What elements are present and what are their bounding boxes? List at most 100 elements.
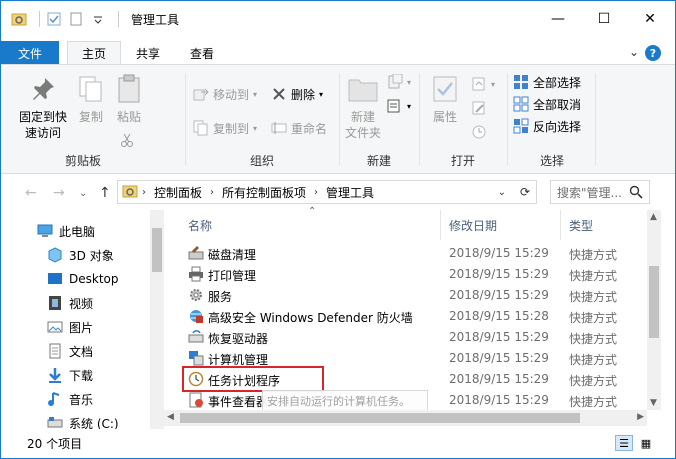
search-input[interactable]: 搜索"管理... <box>550 180 650 204</box>
delete-button[interactable]: 删除 ▾ <box>271 83 323 105</box>
select-all-button[interactable]: 全部选择 <box>513 71 581 93</box>
nav-scrollbar-thumb[interactable] <box>152 228 162 272</box>
nav-label: 音乐 <box>69 392 94 407</box>
breadcrumb-all-items[interactable]: 所有控制面板项 <box>222 184 306 201</box>
open-button[interactable]: ▾ <box>471 73 495 95</box>
tab-file[interactable]: 文件 <box>1 41 59 65</box>
back-arrow-icon[interactable]: ← <box>25 185 37 201</box>
new-item-dropdown-icon: ▾ <box>407 77 412 87</box>
details-view-icon[interactable]: ☰ <box>615 435 633 451</box>
close-button[interactable]: ✕ <box>627 1 673 37</box>
nav-item-downloads[interactable]: 下载 <box>47 364 93 386</box>
nav-item-documents[interactable]: 文档 <box>47 340 93 362</box>
task-scheduler-highlight-box <box>182 366 324 392</box>
file-date: 2018/9/15 15:29 <box>449 351 549 365</box>
file-row-services[interactable]: 服务 2018/9/15 15:29 快捷方式 <box>184 285 654 306</box>
copy-to-button[interactable]: 复制到 ▾ <box>193 117 257 139</box>
maximize-button[interactable]: ☐ <box>581 1 627 37</box>
help-button[interactable]: ? <box>645 45 661 61</box>
file-list-scrollbar-thumb[interactable] <box>649 266 659 338</box>
column-header-type[interactable]: 类型 <box>569 210 649 240</box>
nav-item-videos[interactable]: 视频 <box>47 292 93 314</box>
recent-locations-chevron-icon[interactable]: ⌄ <box>79 188 87 199</box>
address-field[interactable]: › 控制面板 › 所有控制面板项 › 管理工具 ⌄ ⟳ <box>117 180 537 204</box>
properties-quick-icon[interactable] <box>46 11 62 27</box>
open-group-label: 打开 <box>450 154 475 168</box>
file-row-firewall[interactable]: 高级安全 Windows Defender 防火墙 2018/9/15 15:2… <box>184 306 654 327</box>
file-row-recovery-drive[interactable]: 恢复驱动器 2018/9/15 15:29 快捷方式 <box>184 327 654 348</box>
horizontal-scrollbar[interactable]: ◀ ▶ <box>164 410 647 426</box>
refresh-icon[interactable]: ⟳ <box>520 185 530 199</box>
select-all-label: 全部选择 <box>533 75 582 90</box>
title-separator-2 <box>118 11 119 27</box>
file-list-scrollbar[interactable]: ▲ ▼ <box>647 210 661 410</box>
ribbon-home: 固定到快 速访问 复制 粘贴 剪贴板 移动到 ▾ 复制到 ▾ 删除 ▾ 重命名 … <box>1 64 675 174</box>
copy-button[interactable]: 复制 <box>73 73 109 125</box>
copy-to-dropdown-icon: ▾ <box>253 123 258 133</box>
easy-access-icon <box>387 98 403 114</box>
scroll-up-chevron-icon[interactable]: ▲ <box>650 212 657 222</box>
clipboard-group-label: 剪贴板 <box>64 154 101 168</box>
pictures-icon <box>47 319 63 335</box>
breadcrumb-control-panel[interactable]: 控制面板 <box>154 184 202 201</box>
file-row-print-management[interactable]: 打印管理 2018/9/15 15:29 快捷方式 <box>184 264 654 285</box>
scroll-left-chevron-icon[interactable]: ◀ <box>167 412 174 422</box>
new-folder-button[interactable]: 新建 文件夹 <box>341 73 385 141</box>
horizontal-scrollbar-thumb[interactable] <box>180 413 580 423</box>
nav-item-music[interactable]: 音乐 <box>47 388 93 410</box>
nav-item-pictures[interactable]: 图片 <box>47 316 93 338</box>
pin-quick-access-button[interactable]: 固定到快 速访问 <box>13 73 73 141</box>
nav-scrollbar[interactable] <box>150 210 164 429</box>
nav-item-3d-objects[interactable]: 3D 对象 <box>47 244 114 266</box>
file-date: 2018/9/15 15:29 <box>449 372 549 386</box>
properties-button[interactable]: 属性 <box>425 73 465 125</box>
minimize-button[interactable]: — <box>535 1 581 37</box>
search-icon <box>629 185 643 202</box>
column-name-label: 名称 <box>188 218 213 233</box>
invert-selection-button[interactable]: 反向选择 <box>513 115 581 137</box>
pin-icon <box>27 73 59 105</box>
delete-dropdown-icon: ▾ <box>319 89 324 99</box>
new-folder-quick-icon[interactable] <box>68 11 84 27</box>
delete-label: 删除 <box>291 87 316 102</box>
tab-view[interactable]: 查看 <box>175 41 229 65</box>
column-header-date[interactable]: 修改日期 <box>449 210 564 240</box>
invert-selection-icon <box>513 118 529 134</box>
new-item-button[interactable]: ▾ <box>387 71 411 93</box>
tab-home[interactable]: 主页 <box>67 41 121 65</box>
customize-toolbar-chevron-icon[interactable] <box>90 11 106 27</box>
task-scheduler-tooltip: 安排自动运行的计算机任务。 <box>262 390 428 412</box>
file-row-disk-cleanup[interactable]: 磁盘清理 2018/9/15 15:29 快捷方式 <box>184 243 654 264</box>
address-dropdown-chevron-icon[interactable]: ⌄ <box>498 187 506 198</box>
file-date: 2018/9/15 15:29 <box>449 330 549 344</box>
file-type: 快捷方式 <box>569 290 618 304</box>
rename-button[interactable]: 重命名 <box>271 117 327 139</box>
up-arrow-icon[interactable]: ↑ <box>99 185 111 201</box>
collapse-ribbon-chevron-icon[interactable]: ⌄ <box>629 45 639 59</box>
column-divider[interactable] <box>560 210 561 240</box>
move-to-button[interactable]: 移动到 ▾ <box>193 83 257 105</box>
nav-item-this-pc[interactable]: 此电脑 <box>37 220 95 242</box>
edit-pencil-icon <box>471 100 487 116</box>
column-divider[interactable] <box>440 210 441 240</box>
scroll-down-chevron-icon[interactable]: ▼ <box>650 398 657 408</box>
paste-button[interactable]: 粘贴 <box>111 73 147 125</box>
large-icons-view-icon[interactable]: ▦ <box>637 435 655 451</box>
edit-button[interactable] <box>471 97 491 119</box>
cut-button[interactable] <box>119 129 139 151</box>
tab-share[interactable]: 共享 <box>121 41 175 65</box>
file-type: 快捷方式 <box>569 353 618 367</box>
select-group-label: 选择 <box>539 154 564 168</box>
folder-tools-icon[interactable] <box>11 11 27 27</box>
address-bar: ← → ⌄ ↑ › 控制面板 › 所有控制面板项 › 管理工具 ⌄ ⟳ 搜索"管… <box>1 174 675 210</box>
scroll-right-chevron-icon[interactable]: ▶ <box>637 412 644 422</box>
column-header-name[interactable]: 名称 <box>188 210 438 240</box>
forward-arrow-icon[interactable]: → <box>53 185 65 201</box>
history-button[interactable] <box>471 121 491 143</box>
breadcrumb-admin-tools[interactable]: 管理工具 <box>326 184 374 201</box>
file-type: 快捷方式 <box>569 269 618 283</box>
easy-access-button[interactable]: ▾ <box>387 95 411 117</box>
nav-item-desktop[interactable]: Desktop <box>47 268 119 290</box>
select-none-button[interactable]: 全部取消 <box>513 93 581 115</box>
file-name: 打印管理 <box>208 269 257 283</box>
